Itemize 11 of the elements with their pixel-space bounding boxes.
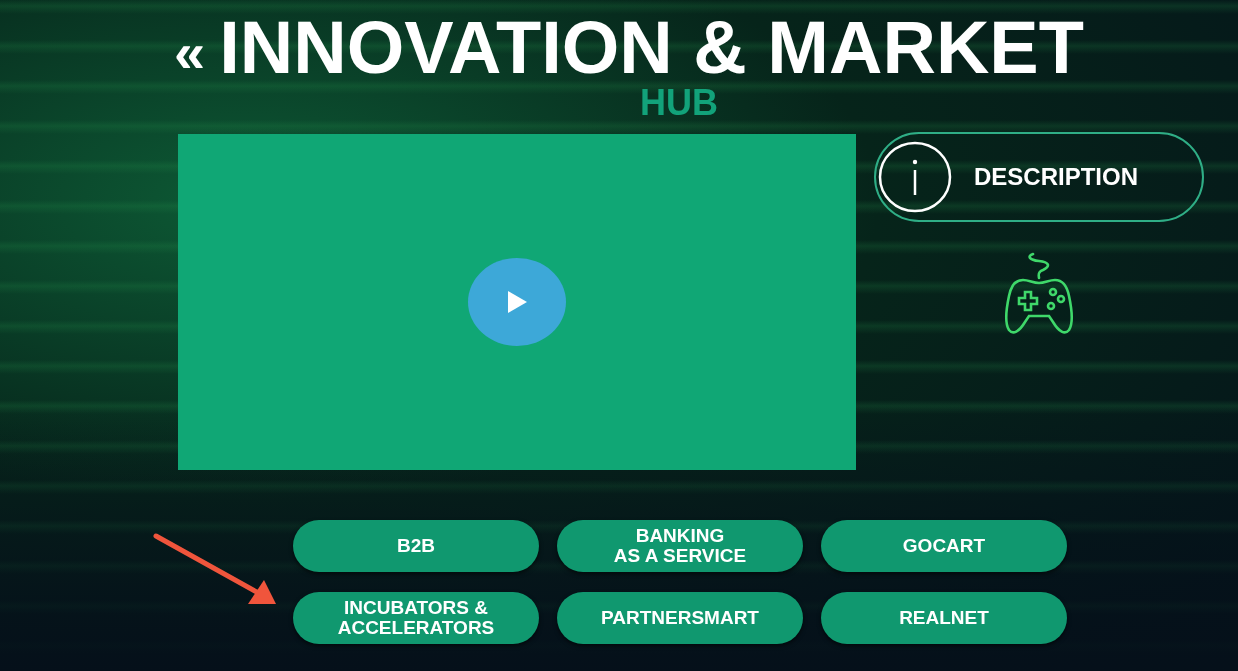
topic-button[interactable]: PARTNERSMART <box>557 592 803 644</box>
topic-button[interactable]: BANKING AS A SERVICE <box>557 520 803 572</box>
back-link[interactable]: « <box>174 25 206 81</box>
topic-button[interactable]: B2B <box>293 520 539 572</box>
topic-button[interactable]: INCUBATORS & ACCELERATORS <box>293 592 539 644</box>
topic-button[interactable]: GOCART <box>821 520 1067 572</box>
description-button[interactable]: DESCRIPTION <box>874 132 1204 222</box>
info-icon <box>878 140 952 214</box>
play-icon <box>506 290 528 314</box>
topic-button[interactable]: REALNET <box>821 592 1067 644</box>
gamepad-icon <box>1003 252 1075 336</box>
